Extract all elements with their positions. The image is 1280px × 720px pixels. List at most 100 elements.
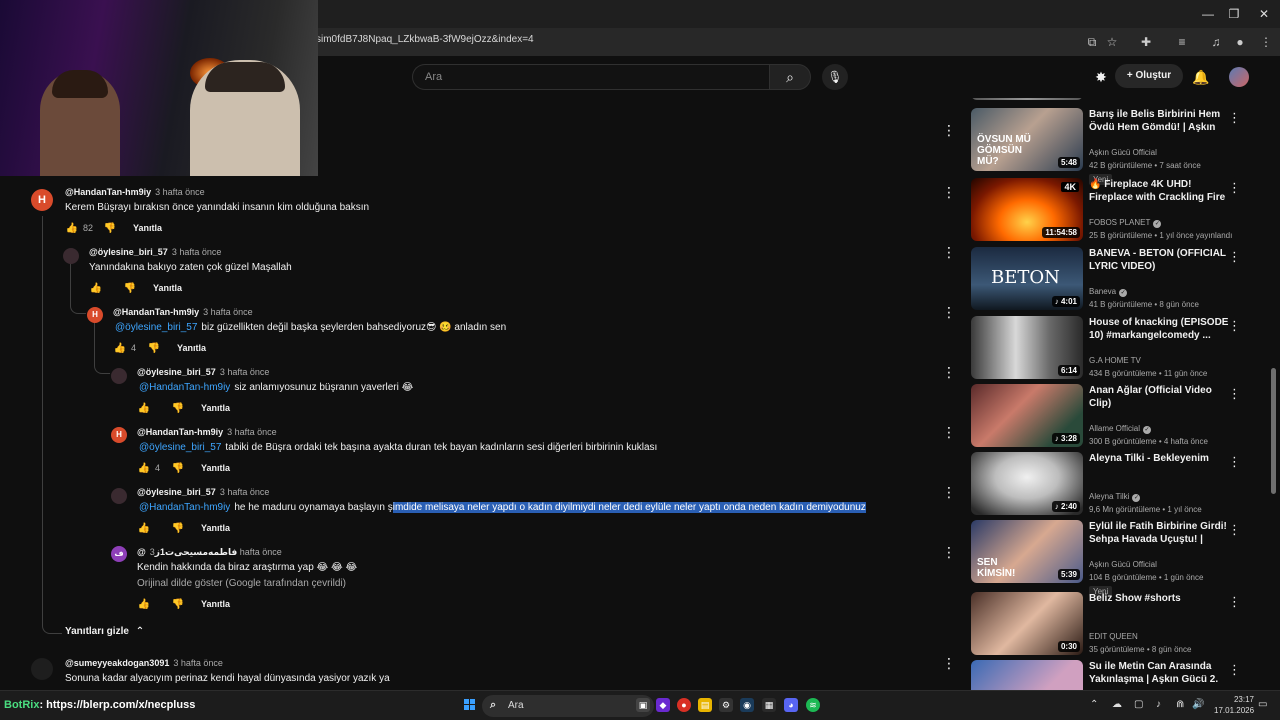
video-menu-icon[interactable]: ⋮ xyxy=(1228,249,1241,265)
video-recommendation[interactable]: 4K 11:54:58 🔥 Fireplace 4K UHD! Fireplace … xyxy=(970,178,1270,242)
dislike-icon[interactable]: 👎 xyxy=(171,523,185,534)
voice-search-icon[interactable]: 🎙 xyxy=(822,64,848,90)
comment-menu-icon[interactable]: ⋮ xyxy=(942,245,956,259)
search-input[interactable]: Ara xyxy=(412,64,770,90)
like-icon[interactable]: 👍 xyxy=(137,523,151,534)
comment-author[interactable]: @sumeyyeakdogan3091 3 hafta önce xyxy=(65,658,223,668)
wifi-icon[interactable]: ⋒ xyxy=(1176,699,1184,710)
avatar[interactable] xyxy=(63,248,79,264)
comment-menu-icon[interactable]: ⋮ xyxy=(942,123,956,137)
video-recommendation[interactable]: ♪ 3:28 Anan Ağlar (Official Video Clip) Al… xyxy=(970,384,1270,448)
app-icon[interactable]: ◆ xyxy=(656,698,670,712)
reply-button[interactable]: Yanıtla xyxy=(201,523,230,533)
video-thumbnail[interactable] xyxy=(971,660,1083,690)
premium-star-icon[interactable]: ✸ xyxy=(1092,68,1110,86)
channel-label[interactable]: Aleyna Tilki xyxy=(1089,492,1129,501)
mention-link[interactable]: @öylesine_biri_57 xyxy=(115,322,197,333)
avatar[interactable] xyxy=(111,368,127,384)
comment-menu-icon[interactable]: ⋮ xyxy=(942,656,956,670)
taskbar-search[interactable]: ⌕ Ara xyxy=(482,695,654,717)
video-recommendation[interactable]: ÖVSUN MÜ GÖMSÜN MÜ? 5:48 Barış ile Belis B… xyxy=(970,108,1270,185)
author-name[interactable]: @öylesine_biri_57 xyxy=(137,367,216,377)
comment-time[interactable]: 3 hafta önce xyxy=(220,487,270,497)
reply-button[interactable]: Yanıtla xyxy=(201,463,230,473)
volume-icon[interactable]: 🔊 xyxy=(1192,699,1204,710)
comment-author[interactable]: @HandanTan-hm9iy 3 hafta önce xyxy=(65,187,205,197)
notifications-bell-icon[interactable]: 🔔 xyxy=(1192,68,1210,86)
comment-author[interactable]: @HandanTan-hm9iy 3 hafta önce xyxy=(113,307,253,317)
channel-name[interactable]: Aleyna Tilki ✓ xyxy=(1089,492,1141,502)
account-avatar[interactable] xyxy=(1229,67,1249,87)
video-menu-icon[interactable]: ⋮ xyxy=(1228,522,1241,538)
channel-label[interactable]: Baneva xyxy=(1089,287,1116,296)
extensions-icon[interactable]: ✚ xyxy=(1138,34,1154,50)
comment-menu-icon[interactable]: ⋮ xyxy=(942,185,956,199)
comment-menu-icon[interactable]: ⋮ xyxy=(942,425,956,439)
channel-label[interactable]: G.A HOME TV xyxy=(1089,356,1141,365)
dislike-icon[interactable]: 👎 xyxy=(147,343,161,354)
channel-name[interactable]: G.A HOME TV xyxy=(1089,356,1141,365)
dislike-icon[interactable]: 👎 xyxy=(103,223,117,234)
video-recommendation[interactable]: 0:30 Beliz Show #shorts EDIT QUEEN 35 görün… xyxy=(970,592,1270,656)
video-menu-icon[interactable]: ⋮ xyxy=(1228,594,1241,610)
comment-menu-icon[interactable]: ⋮ xyxy=(942,545,956,559)
close-window-button[interactable]: ✕ xyxy=(1252,6,1276,22)
dislike-icon[interactable]: 👎 xyxy=(123,283,137,294)
video-title[interactable]: Beliz Show #shorts xyxy=(1089,592,1229,605)
restore-button[interactable]: ❐ xyxy=(1222,6,1246,22)
address-bar-url[interactable]: sim0fdB7J8Npaq_LZkbwaB-3fW9ejOzz&index=4 xyxy=(316,34,534,45)
author-name[interactable]: @HandanTan-hm9iy xyxy=(137,427,223,437)
chrome-icon[interactable]: ● xyxy=(677,698,691,712)
comment-author[interactable]: @öylesine_biri_57 3 hafta önce xyxy=(137,367,269,377)
channel-label[interactable]: Allame Official xyxy=(1089,424,1140,433)
comment-menu-icon[interactable]: ⋮ xyxy=(942,485,956,499)
video-title[interactable]: Aleyna Tilki - Bekleyenim xyxy=(1089,452,1229,465)
video-thumbnail[interactable]: 0:30 xyxy=(971,592,1083,655)
video-recommendation[interactable]: Su ile Metin Can Arasında Yakınlaşma | A… xyxy=(970,660,1270,690)
author-name[interactable]: @sumeyyeakdogan3091 xyxy=(65,658,169,668)
comment-author[interactable]: @فاطمه‌مسیحی‌ت1ز3 hafta önce xyxy=(137,547,282,558)
avatar[interactable]: H xyxy=(111,427,127,443)
video-recommendation[interactable]: BETON ♪ 4:01 BANEVA - BETON (OFFICIAL LYRI… xyxy=(970,247,1270,311)
avatar[interactable] xyxy=(111,488,127,504)
video-menu-icon[interactable]: ⋮ xyxy=(1228,318,1241,334)
dislike-icon[interactable]: 👎 xyxy=(171,463,185,474)
microphone-icon[interactable]: ♪ xyxy=(1156,699,1161,710)
reply-button[interactable]: Yanıtla xyxy=(177,343,206,353)
comment-author[interactable]: @HandanTan-hm9iy 3 hafta önce xyxy=(137,427,277,437)
video-recommendation[interactable]: ♪ 2:40 Aleyna Tilki - Bekleyenim Aleyna Ti… xyxy=(970,452,1270,516)
video-thumbnail[interactable]: BETON ♪ 4:01 xyxy=(971,247,1083,310)
video-title[interactable]: House of knacking (EPISODE 10) #markange… xyxy=(1089,316,1229,342)
search-button[interactable]: ⌕ xyxy=(769,64,811,90)
video-menu-icon[interactable]: ⋮ xyxy=(1228,662,1241,678)
video-thumbnail[interactable]: ♪ 3:28 xyxy=(971,384,1083,447)
video-recommendation[interactable]: SEN KİMSİN! 5:39 Eylül ile Fatih Birbirine… xyxy=(970,520,1270,597)
video-menu-icon[interactable]: ⋮ xyxy=(1228,454,1241,470)
like-icon[interactable]: 👍 xyxy=(137,599,151,610)
mention-link[interactable]: @öylesine_biri_57 xyxy=(139,442,221,453)
discord-icon[interactable]: ◕ xyxy=(784,698,798,712)
reply-button[interactable]: Yanıtla xyxy=(201,403,230,413)
comment-time[interactable]: 3 hafta önce xyxy=(155,187,205,197)
comment-time[interactable]: 3 hafta önce xyxy=(173,658,223,668)
channel-name[interactable]: EDIT QUEEN xyxy=(1089,632,1138,641)
reply-button[interactable]: Yanıtla xyxy=(153,283,182,293)
channel-name[interactable]: Baneva ✓ xyxy=(1089,287,1128,297)
channel-name[interactable]: Allame Official ✓ xyxy=(1089,424,1151,434)
channel-label[interactable]: EDIT QUEEN xyxy=(1089,632,1138,641)
tray-app-icon[interactable]: ▢ xyxy=(1134,699,1143,710)
notification-icon[interactable]: ▭ xyxy=(1258,699,1267,710)
mention-link[interactable]: @HandanTan-hm9iy xyxy=(139,382,230,393)
channel-label[interactable]: Aşkın Gücü Official xyxy=(1089,560,1157,569)
comment-time[interactable]: 3 hafta önce xyxy=(220,367,270,377)
channel-name[interactable]: Aşkın Gücü Official xyxy=(1089,148,1157,157)
system-clock[interactable]: 23:17 17.01.2026 xyxy=(1214,694,1254,716)
avatar[interactable]: ف xyxy=(111,546,127,562)
profile-avatar-icon[interactable]: ● xyxy=(1232,34,1248,50)
hide-replies-button[interactable]: Yanıtları gizle ⌃ xyxy=(65,626,144,637)
video-title[interactable]: 🔥 Fireplace 4K UHD! Fireplace with Crack… xyxy=(1089,178,1229,204)
like-icon[interactable]: 👍 xyxy=(137,403,151,414)
author-name[interactable]: @HandanTan-hm9iy xyxy=(113,307,199,317)
comment-time[interactable]: 3 hafta önce xyxy=(172,247,222,257)
dislike-icon[interactable]: 👎 xyxy=(171,403,185,414)
